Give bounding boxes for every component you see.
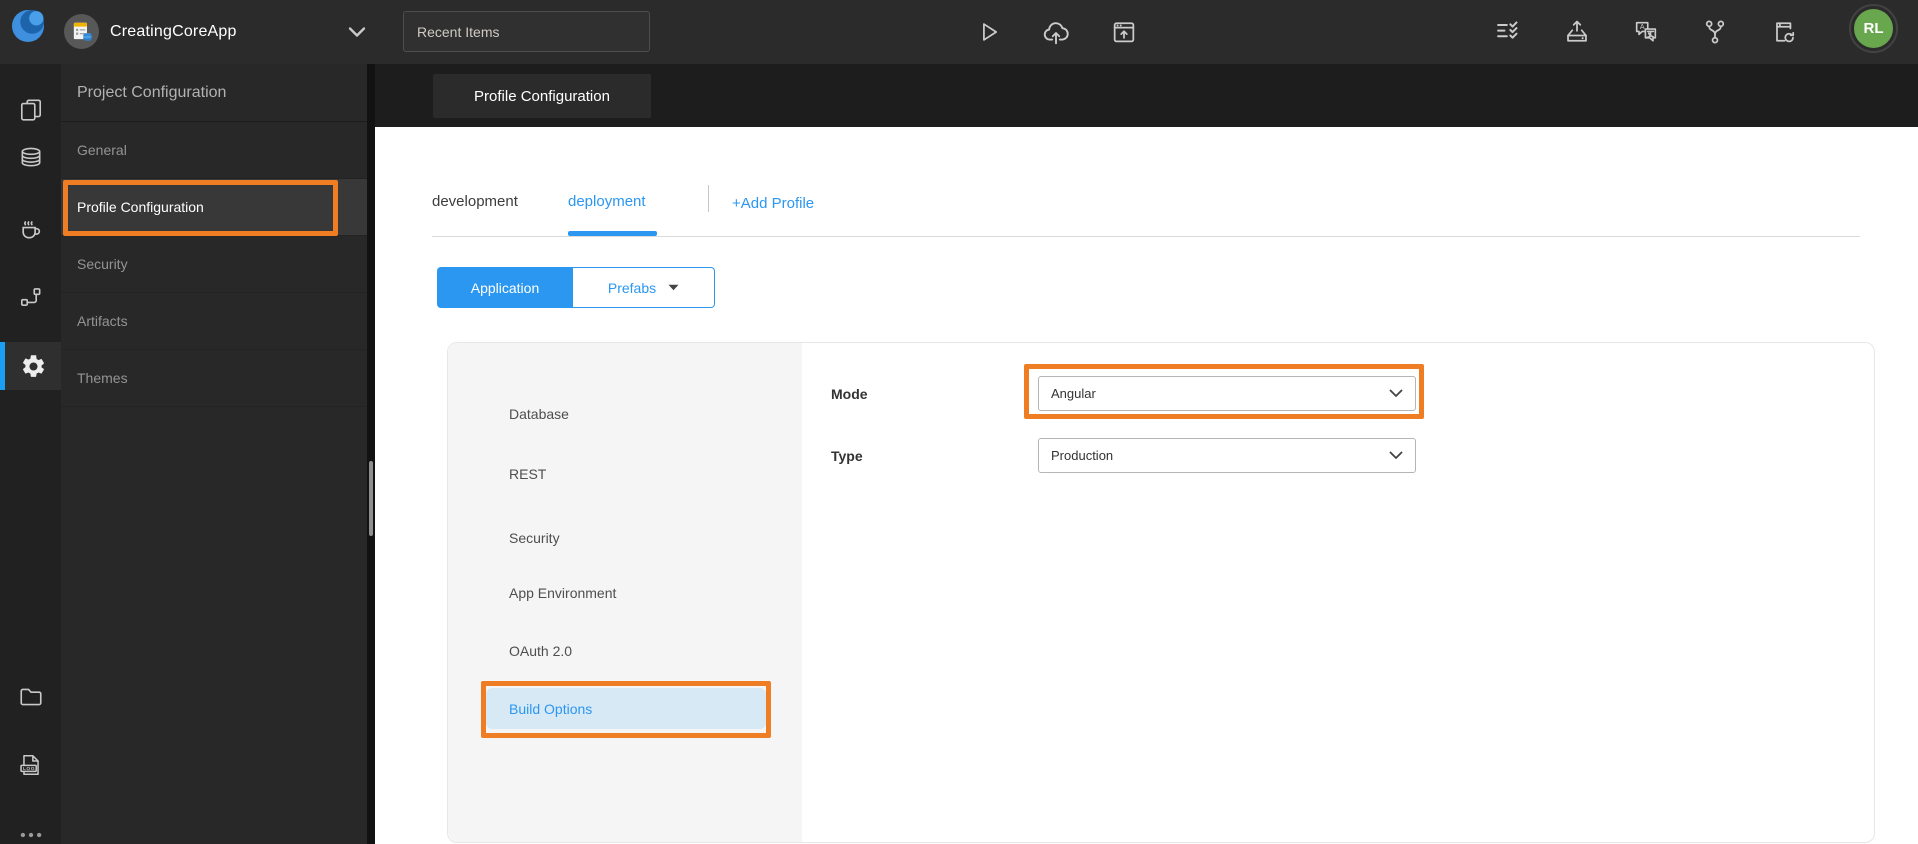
sidebar-item-themes[interactable]: Themes: [61, 350, 367, 407]
file-sync-icon[interactable]: [1764, 9, 1804, 55]
nav-item-security[interactable]: Security: [486, 517, 766, 558]
pages-icon[interactable]: [0, 86, 61, 134]
nav-item-label: Build Options: [509, 700, 593, 717]
nav-item-label: Security: [509, 529, 560, 546]
application-tab-button[interactable]: Application: [437, 267, 573, 308]
wavemaker-logo-icon[interactable]: [9, 7, 47, 45]
left-icon-rail: LOG: [0, 64, 61, 844]
sidebar-title: Project Configuration: [61, 64, 367, 122]
project-configuration-sidebar: Project Configuration General Profile Co…: [61, 64, 367, 844]
tab-profile-configuration[interactable]: Profile Configuration: [433, 74, 651, 118]
sidebar-item-artifacts[interactable]: Artifacts: [61, 293, 367, 350]
sidebar-item-security[interactable]: Security: [61, 236, 367, 293]
settings-nav-panel: Database REST Security App Environment O…: [448, 343, 802, 842]
prefabs-tab-button[interactable]: Prefabs: [573, 267, 715, 308]
svg-text:A: A: [1640, 24, 1645, 31]
tabs-separator-line: [432, 236, 1860, 237]
avatar-initials: RL: [1854, 9, 1893, 48]
add-profile-button[interactable]: +Add Profile: [732, 195, 814, 212]
sidebar-item-label: Security: [77, 256, 128, 272]
nav-item-app-environment[interactable]: App Environment: [486, 572, 766, 613]
user-avatar[interactable]: RL: [1849, 4, 1898, 53]
sidebar-divider: [367, 64, 375, 844]
checklist-icon[interactable]: [1488, 9, 1528, 55]
cloud-upload-icon[interactable]: [1036, 9, 1076, 55]
settings-gear-icon[interactable]: [0, 342, 61, 390]
svg-text:LOG: LOG: [22, 766, 34, 772]
folder-icon[interactable]: [0, 673, 61, 721]
main-area: Profile Configuration development deploy…: [375, 64, 1918, 844]
play-icon[interactable]: [968, 9, 1008, 55]
logs-icon[interactable]: LOG: [0, 741, 61, 789]
application-tab-label: Application: [470, 279, 540, 296]
topbar-center-actions: [968, 9, 1144, 55]
app-switcher-chevron-down-icon[interactable]: [344, 20, 370, 44]
mode-label: Mode: [831, 386, 868, 402]
export-drive-icon[interactable]: [1557, 9, 1597, 55]
sidebar-scrollbar-thumb[interactable]: [369, 461, 373, 536]
recent-items-input[interactable]: [403, 11, 650, 52]
type-select[interactable]: Production: [1038, 438, 1416, 473]
sidebar-item-label: Artifacts: [77, 313, 128, 329]
mode-select[interactable]: Angular: [1038, 376, 1416, 411]
profile-tab-development[interactable]: development: [432, 193, 518, 210]
nav-item-database[interactable]: Database: [486, 393, 766, 434]
nav-item-rest[interactable]: REST: [486, 453, 766, 494]
profile-tabs-divider: [708, 185, 709, 212]
prefabs-tab-label: Prefabs: [607, 279, 657, 296]
type-select-value: Production: [1051, 448, 1114, 463]
translate-icon[interactable]: A: [1626, 9, 1666, 55]
scope-segmented-control: Application Prefabs: [437, 267, 715, 308]
database-icon[interactable]: [0, 135, 61, 183]
sidebar-item-label: Profile Configuration: [77, 199, 204, 215]
nav-item-label: App Environment: [509, 584, 617, 601]
app-title: CreatingCoreApp: [110, 23, 237, 40]
nav-item-build-options[interactable]: Build Options: [486, 688, 766, 729]
chevron-down-icon: [1389, 389, 1403, 397]
app-screen: CreatingCoreApp Recent Items A RL LOG Pr…: [0, 0, 1918, 844]
build-options-card: Database REST Security App Environment O…: [447, 342, 1875, 843]
top-bar: CreatingCoreApp Recent Items A RL: [0, 0, 1918, 64]
connectors-icon[interactable]: [0, 273, 61, 321]
tab-title: Profile Configuration: [474, 87, 610, 105]
nav-item-label: Database: [509, 405, 569, 422]
sidebar-item-profile-configuration[interactable]: Profile Configuration: [61, 179, 367, 236]
nav-item-label: OAuth 2.0: [509, 642, 573, 659]
sidebar-item-general[interactable]: General: [61, 122, 367, 179]
mode-select-value: Angular: [1051, 386, 1096, 401]
caret-down-icon: [668, 284, 679, 291]
profile-configuration-panel: development deployment +Add Profile Appl…: [375, 127, 1918, 844]
chevron-down-icon: [1389, 451, 1403, 459]
profile-tab-deployment[interactable]: deployment: [568, 193, 646, 210]
sidebar-item-label: Themes: [77, 370, 128, 386]
sidebar-item-label: General: [77, 142, 127, 158]
nav-item-label: REST: [509, 465, 547, 482]
project-avatar-icon[interactable]: [64, 14, 99, 49]
java-services-icon[interactable]: [0, 206, 61, 254]
editor-tab-bar: Profile Configuration: [375, 64, 1918, 127]
app-preview-upload-icon[interactable]: [1104, 9, 1144, 55]
nav-item-oauth[interactable]: OAuth 2.0: [486, 630, 766, 671]
type-label: Type: [831, 448, 863, 464]
topbar-right-actions: A: [1488, 9, 1804, 55]
vcs-branch-icon[interactable]: [1695, 9, 1735, 55]
more-dots-icon[interactable]: [0, 811, 61, 844]
